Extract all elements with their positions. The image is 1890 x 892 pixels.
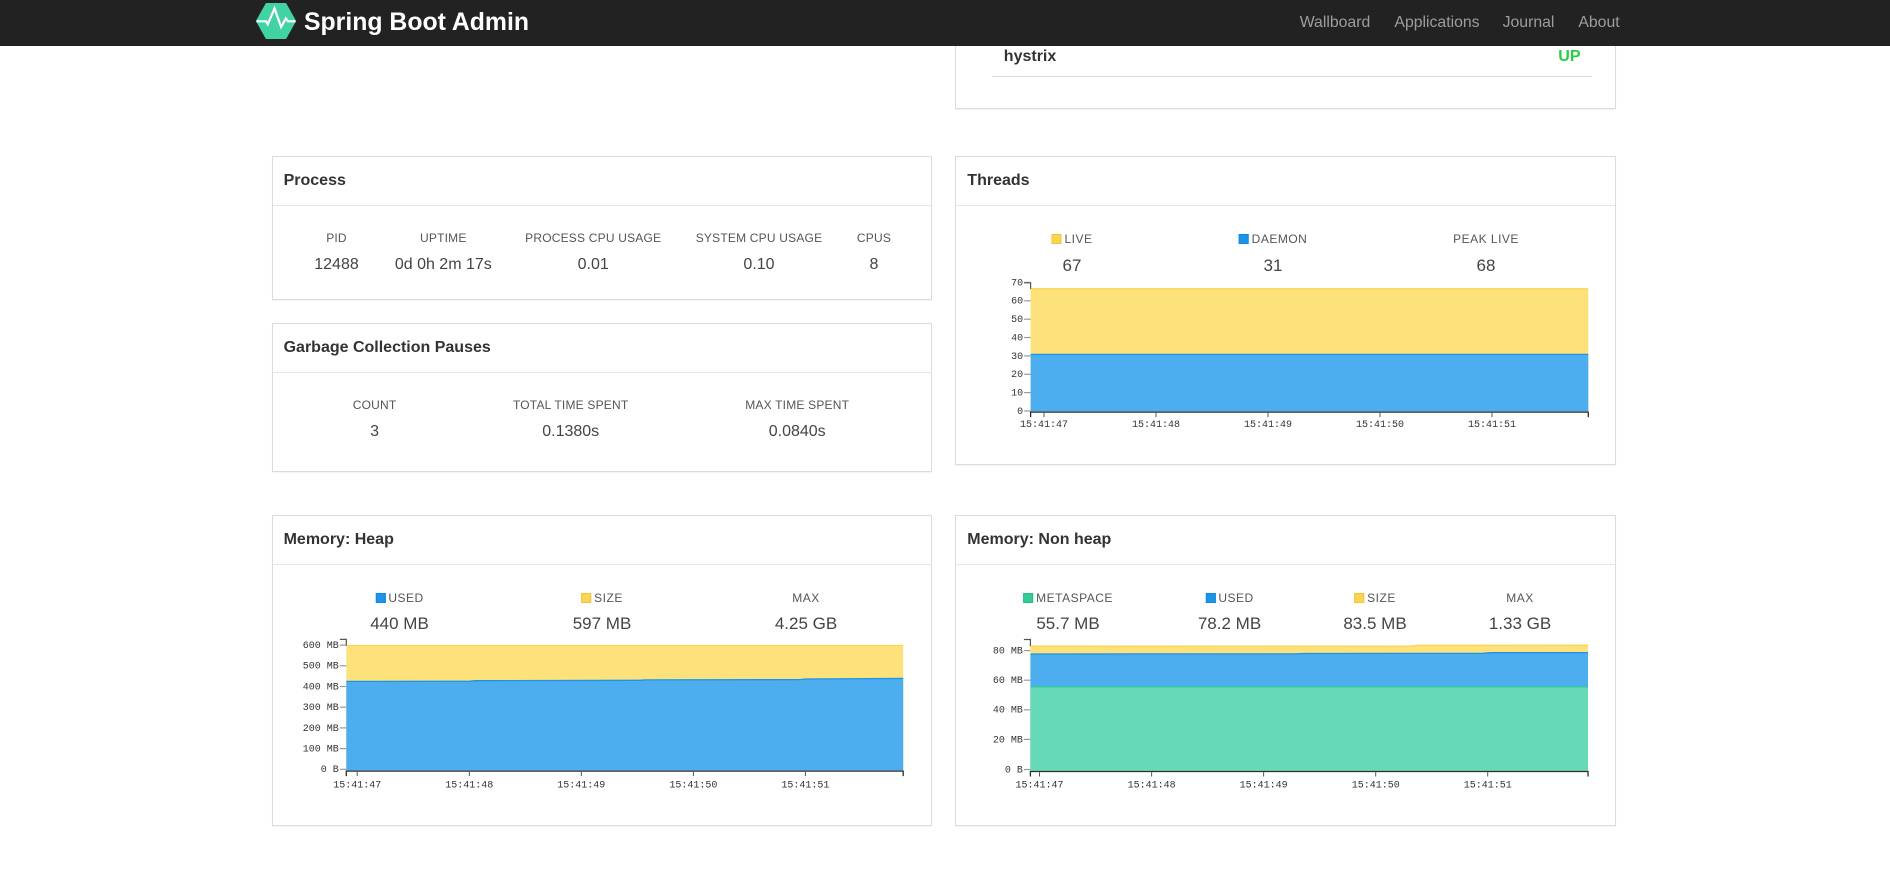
- svg-text:15:41:51: 15:41:51: [1468, 420, 1516, 431]
- svg-text:15:41:51: 15:41:51: [781, 781, 829, 792]
- svg-text:15:41:49: 15:41:49: [1240, 780, 1288, 791]
- svg-text:40: 40: [1011, 333, 1023, 344]
- svg-text:600 MB: 600 MB: [303, 641, 339, 652]
- svg-text:80 MB: 80 MB: [993, 647, 1023, 658]
- svg-text:20 MB: 20 MB: [993, 735, 1023, 746]
- svg-text:0 B: 0 B: [1005, 765, 1023, 776]
- svg-text:60 MB: 60 MB: [993, 676, 1023, 687]
- svg-text:20: 20: [1011, 370, 1023, 381]
- svg-text:15:41:48: 15:41:48: [1132, 420, 1180, 431]
- svg-text:100 MB: 100 MB: [303, 745, 339, 756]
- svg-text:15:41:50: 15:41:50: [1352, 780, 1400, 791]
- svg-text:500 MB: 500 MB: [303, 662, 339, 673]
- svg-text:300 MB: 300 MB: [303, 703, 339, 714]
- svg-text:15:41:48: 15:41:48: [1128, 780, 1176, 791]
- svg-text:40 MB: 40 MB: [993, 706, 1023, 717]
- svg-text:15:41:47: 15:41:47: [333, 781, 381, 792]
- svg-text:200 MB: 200 MB: [303, 724, 339, 735]
- svg-text:15:41:49: 15:41:49: [1244, 420, 1292, 431]
- svg-text:15:41:49: 15:41:49: [557, 781, 605, 792]
- svg-text:0 B: 0 B: [321, 765, 339, 776]
- svg-text:0: 0: [1017, 407, 1023, 418]
- svg-text:15:41:50: 15:41:50: [669, 781, 717, 792]
- svg-text:70: 70: [1011, 278, 1023, 289]
- svg-text:30: 30: [1011, 352, 1023, 363]
- svg-text:15:41:50: 15:41:50: [1356, 420, 1404, 431]
- svg-text:15:41:51: 15:41:51: [1464, 780, 1512, 791]
- svg-text:15:41:47: 15:41:47: [1020, 420, 1068, 431]
- svg-text:50: 50: [1011, 315, 1023, 326]
- svg-text:400 MB: 400 MB: [303, 682, 339, 693]
- svg-text:15:41:48: 15:41:48: [445, 781, 493, 792]
- svg-text:10: 10: [1011, 389, 1023, 400]
- svg-text:15:41:47: 15:41:47: [1015, 780, 1063, 791]
- svg-text:60: 60: [1011, 297, 1023, 308]
